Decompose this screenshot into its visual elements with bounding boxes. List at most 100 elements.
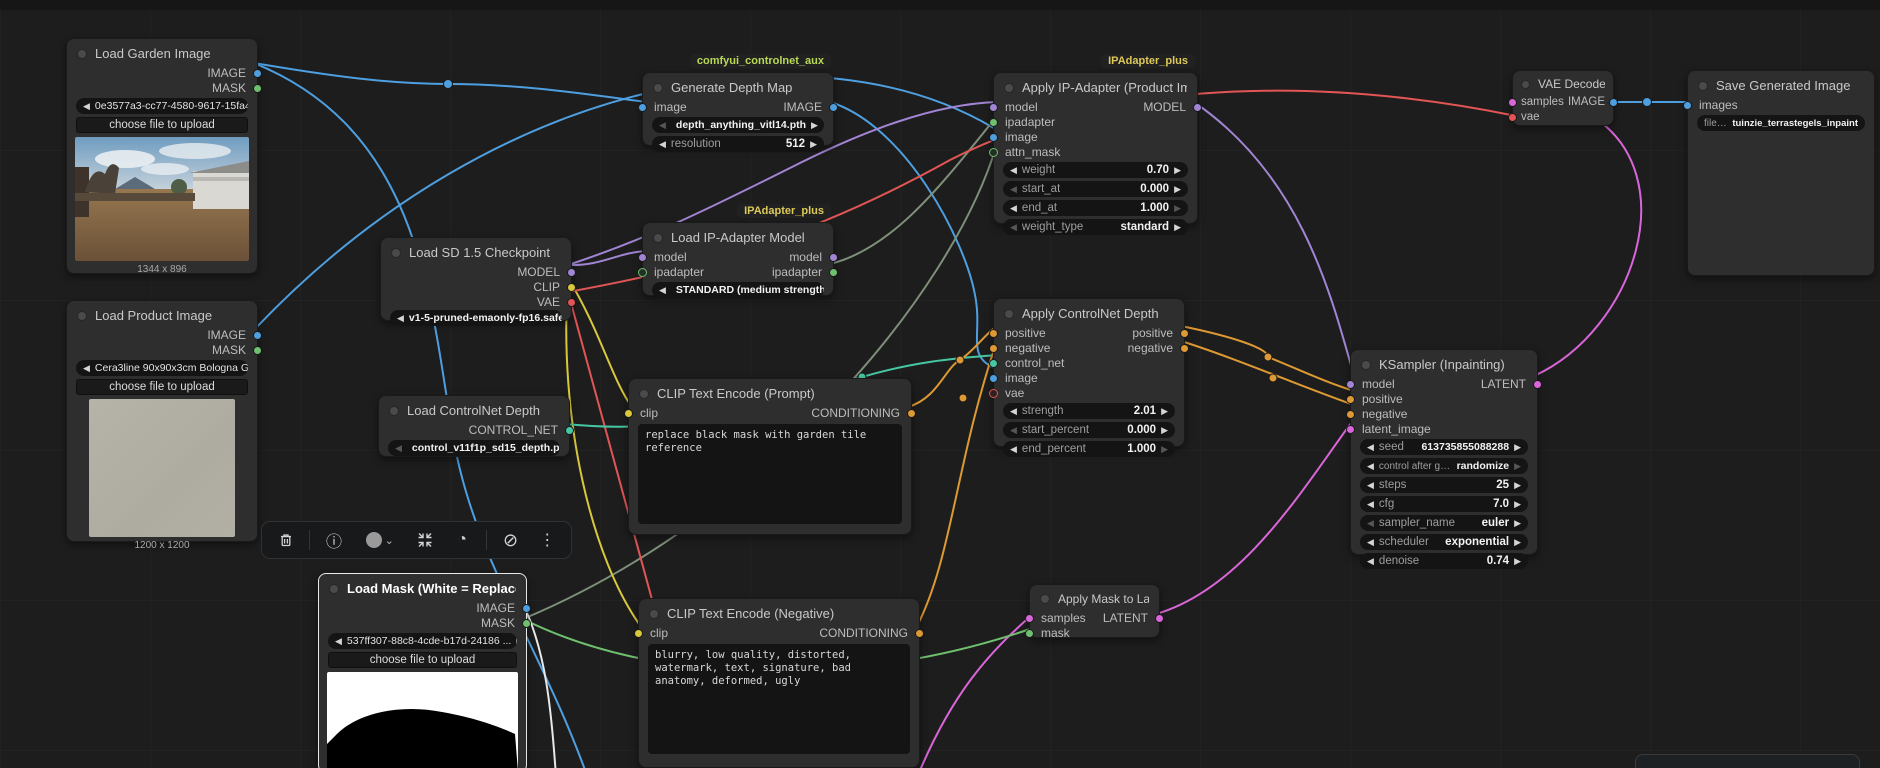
combo-left-icon[interactable]: ◀ [1010,444,1017,455]
collapse-dot-icon[interactable] [77,49,87,59]
input-pin-mask[interactable] [1025,629,1034,638]
combo-left-icon[interactable]: ◀ [395,443,402,454]
collapse-dot-icon[interactable] [1361,360,1371,370]
node-clip-text-encode-prompt[interactable]: CLIP Text Encode (Prompt) clipCONDITIONI… [628,378,912,535]
info-button[interactable]: ⓘ [321,527,347,553]
output-pin-mask[interactable] [253,84,262,93]
output-pin-conditioning[interactable] [915,629,924,638]
combo-left-icon[interactable]: ◀ [83,363,90,374]
delete-button[interactable] [273,527,299,553]
node-load-controlnet-depth[interactable]: Load ControlNet Depth CONTROL_NET ◀...co… [378,395,570,457]
ckpt-combo[interactable]: ◀v1-5-pruned-emaonly-fp16.safet ...▶ [390,310,562,326]
combo-left-icon[interactable]: ◀ [1367,556,1374,567]
combo-right-icon[interactable]: ▶ [1514,499,1521,510]
node-vae-decode[interactable]: VAE Decode samplesIMAGE vae [1512,70,1614,126]
combo-right-icon[interactable]: ▶ [1161,444,1168,455]
combo-left-icon[interactable]: ◀ [1367,442,1374,453]
combo-left-icon[interactable]: ◀ [659,139,666,150]
file-combo[interactable]: ◀537ff307-88c8-4cde-b17d-24186 ...▶ [328,633,517,649]
file-combo[interactable]: ◀Cera3line 90x90x3cm Bologna G ...▶ [76,360,248,376]
resolution-combo[interactable]: ◀resolution512▶ [652,136,824,152]
cfg-combo[interactable]: ◀cfg7.0▶ [1360,496,1528,512]
input-pin-samples[interactable] [1025,614,1034,623]
combo-left-icon[interactable]: ◀ [397,313,404,324]
negative-prompt-textarea[interactable]: blurry, low quality, distorted, watermar… [648,644,910,754]
combo-left-icon[interactable]: ◀ [1367,537,1374,548]
output-pin-positive[interactable] [1180,329,1189,338]
output-pin-image[interactable] [522,604,531,613]
denoise-combo[interactable]: ◀denoise0.74▶ [1360,553,1528,569]
combo-right-icon[interactable]: ▶ [811,120,818,131]
preset-combo[interactable]: ◀...STANDARD (medium strength)▶ [652,282,824,298]
collapse-dot-icon[interactable] [639,389,649,399]
collapse-dot-icon[interactable] [649,609,659,619]
output-pin-clip[interactable] [567,283,576,292]
input-pin-positive[interactable] [989,329,998,338]
combo-left-icon[interactable]: ◀ [1367,461,1374,472]
node-apply-controlnet-depth[interactable]: Apply ControlNet Depth positivepositive … [993,298,1185,447]
input-pin-images[interactable] [1683,101,1692,110]
combo-right-icon[interactable]: ▶ [1514,480,1521,491]
prompt-textarea[interactable]: replace black mask with garden tile refe… [638,424,902,524]
output-pin-ipadapter[interactable] [829,268,838,277]
seed-combo[interactable]: ◀seed613735855088288▶ [1360,439,1528,455]
output-pin-model[interactable] [829,253,838,262]
collapse-dot-icon[interactable] [1004,83,1014,93]
node-clip-text-encode-negative[interactable]: CLIP Text Encode (Negative) clipCONDITIO… [638,598,920,768]
input-pin-attn-mask[interactable] [989,148,998,157]
output-pin-latent[interactable] [1155,614,1164,623]
combo-right-icon[interactable]: ▶ [1174,222,1181,233]
choose-file-button[interactable]: choose file to upload [76,379,248,395]
combo-left-icon[interactable]: ◀ [83,101,90,112]
color-picker-button[interactable]: ⌄ [358,527,402,553]
collapse-dot-icon[interactable] [653,83,663,93]
combo-right-icon[interactable]: ▶ [516,636,517,647]
collapse-dot-icon[interactable] [1040,594,1050,604]
collapse-dot-icon[interactable] [1004,309,1014,319]
filename-combo[interactable]: filename ...tuinzie_terrastegels_inpaint [1697,115,1865,131]
combo-right-icon[interactable]: ▶ [810,139,817,150]
collapse-dot-icon[interactable] [77,311,87,321]
combo-right-icon[interactable]: ▶ [1514,556,1521,567]
input-pin-positive[interactable] [1346,395,1355,404]
node-apply-ipadapter[interactable]: IPAdapter_plus Apply IP-Adapter (Product… [993,72,1198,224]
sampler-name-combo[interactable]: ◀sampler_nameeuler▶ [1360,515,1528,531]
combo-right-icon[interactable]: ▶ [1514,518,1521,529]
combo-left-icon[interactable]: ◀ [1367,499,1374,510]
output-pin-image[interactable] [253,331,262,340]
combo-left-icon[interactable]: ◀ [1010,184,1017,195]
input-pin-clip[interactable] [634,629,643,638]
output-pin-negative[interactable] [1180,344,1189,353]
end-percent-combo[interactable]: ◀end_percent1.000▶ [1003,441,1175,457]
combo-left-icon[interactable]: ◀ [1367,480,1374,491]
file-combo[interactable]: ◀0e3577a3-cc77-4580-9617-15fa4 ...▶ [76,98,248,114]
output-pin-image[interactable] [829,103,838,112]
input-pin-negative[interactable] [1346,410,1355,419]
output-pin-vae[interactable] [567,298,576,307]
start-at-combo[interactable]: ◀start_at0.000▶ [1003,181,1188,197]
collapse-dot-icon[interactable] [1521,80,1530,89]
combo-right-icon[interactable]: ▶ [1514,461,1521,472]
combo-left-icon[interactable]: ◀ [335,636,342,647]
input-pin-ipadapter[interactable] [989,118,998,127]
input-pin-image[interactable] [989,374,998,383]
control-after-generate-combo[interactable]: ◀control after generaterandomize▶ [1360,458,1528,474]
collapse-dot-icon[interactable] [389,406,399,416]
combo-left-icon[interactable]: ◀ [1010,203,1017,214]
collapse-dot-icon[interactable] [391,248,401,258]
input-pin-ipadapter[interactable] [638,268,647,277]
input-pin-latent-image[interactable] [1346,425,1355,434]
output-pin-image[interactable] [1609,98,1618,107]
node-apply-mask-to-latent[interactable]: Apply Mask to La... samplesLATENT mask [1029,584,1160,638]
input-pin-model[interactable] [638,253,647,262]
input-pin-image[interactable] [989,133,998,142]
input-pin-model[interactable] [1346,380,1355,389]
input-pin-negative[interactable] [989,344,998,353]
combo-left-icon[interactable]: ◀ [1010,406,1017,417]
combo-left-icon[interactable]: ◀ [659,285,666,296]
choose-file-button[interactable]: choose file to upload [76,117,248,133]
combo-left-icon[interactable]: ◀ [1367,518,1374,529]
scheduler-combo[interactable]: ◀schedulerexponential▶ [1360,534,1528,550]
weight-type-combo[interactable]: ◀weight_typestandard▶ [1003,219,1188,235]
output-pin-control-net[interactable] [565,426,574,435]
